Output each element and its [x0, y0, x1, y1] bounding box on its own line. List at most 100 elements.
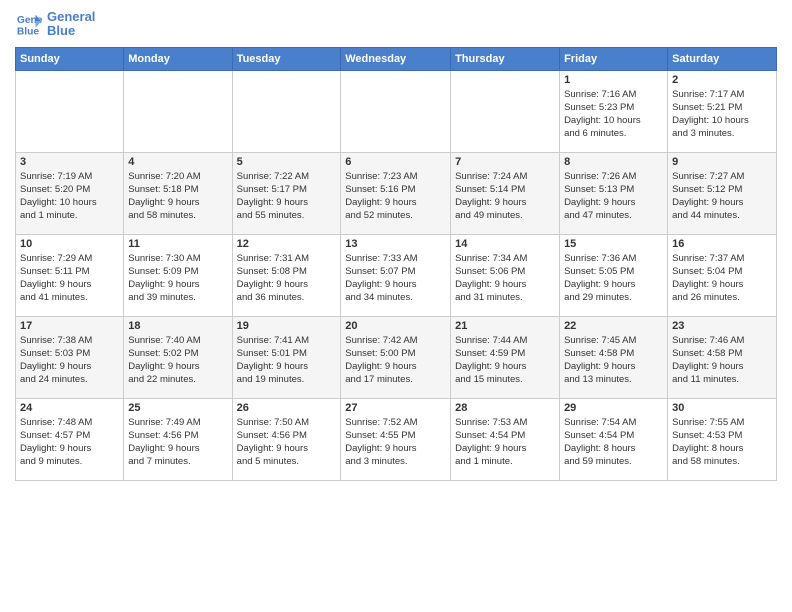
day-info: Sunrise: 7:23 AM Sunset: 5:16 PM Dayligh…: [345, 170, 446, 223]
calendar-cell: 30 Sunrise: 7:55 AM Sunset: 4:53 PM Dayli…: [668, 398, 777, 480]
header: General Blue General Blue: [15, 10, 777, 39]
calendar-cell: 28 Sunrise: 7:53 AM Sunset: 4:54 PM Dayli…: [451, 398, 560, 480]
day-number: 22: [564, 320, 663, 332]
calendar-cell: 8 Sunrise: 7:26 AM Sunset: 5:13 PM Daylig…: [560, 152, 668, 234]
calendar-cell: 9 Sunrise: 7:27 AM Sunset: 5:12 PM Daylig…: [668, 152, 777, 234]
day-number: 27: [345, 402, 446, 414]
day-info: Sunrise: 7:53 AM Sunset: 4:54 PM Dayligh…: [455, 416, 555, 469]
weekday-header: Monday: [124, 47, 232, 70]
day-number: 4: [128, 156, 227, 168]
calendar-cell: 26Sunrise: 7:50 AM Sunset: 4:56 PM Dayli…: [232, 398, 341, 480]
logo-icon: General Blue: [15, 10, 43, 38]
calendar-cell: 29 Sunrise: 7:54 AM Sunset: 4:54 PM Dayli…: [560, 398, 668, 480]
weekday-header: Thursday: [451, 47, 560, 70]
calendar-week-row: 1 Sunrise: 7:16 AM Sunset: 5:23 PM Daylig…: [16, 70, 777, 152]
calendar-header-row: SundayMondayTuesdayWednesdayThursdayFrid…: [16, 47, 777, 70]
calendar-cell: [232, 70, 341, 152]
page-container: General Blue General Blue SundayMondayTu…: [0, 0, 792, 491]
calendar-week-row: 24 Sunrise: 7:48 AM Sunset: 4:57 PM Dayli…: [16, 398, 777, 480]
day-number: 7: [455, 156, 555, 168]
calendar-cell: 24 Sunrise: 7:48 AM Sunset: 4:57 PM Dayli…: [16, 398, 124, 480]
day-number: 24: [20, 402, 119, 414]
calendar-cell: 5Sunrise: 7:22 AM Sunset: 5:17 PM Daylig…: [232, 152, 341, 234]
day-number: 25: [128, 402, 227, 414]
calendar-cell: 22 Sunrise: 7:45 AM Sunset: 4:58 PM Dayli…: [560, 316, 668, 398]
calendar-cell: 3 Sunrise: 7:19 AM Sunset: 5:20 PM Daylig…: [16, 152, 124, 234]
calendar-week-row: 3 Sunrise: 7:19 AM Sunset: 5:20 PM Daylig…: [16, 152, 777, 234]
calendar-cell: 15Sunrise: 7:36 AM Sunset: 5:05 PM Dayli…: [560, 234, 668, 316]
day-number: 19: [237, 320, 337, 332]
day-info: Sunrise: 7:40 AM Sunset: 5:02 PM Dayligh…: [128, 334, 227, 387]
day-info: Sunrise: 7:55 AM Sunset: 4:53 PM Dayligh…: [672, 416, 772, 469]
day-info: Sunrise: 7:16 AM Sunset: 5:23 PM Dayligh…: [564, 88, 663, 141]
day-info: Sunrise: 7:24 AM Sunset: 5:14 PM Dayligh…: [455, 170, 555, 223]
calendar-cell: 16 Sunrise: 7:37 AM Sunset: 5:04 PM Dayli…: [668, 234, 777, 316]
day-number: 30: [672, 402, 772, 414]
calendar-cell: 25 Sunrise: 7:49 AM Sunset: 4:56 PM Dayli…: [124, 398, 232, 480]
calendar-cell: [16, 70, 124, 152]
calendar-cell: 1 Sunrise: 7:16 AM Sunset: 5:23 PM Daylig…: [560, 70, 668, 152]
calendar-cell: 6Sunrise: 7:23 AM Sunset: 5:16 PM Daylig…: [341, 152, 451, 234]
day-number: 9: [672, 156, 772, 168]
day-number: 17: [20, 320, 119, 332]
weekday-header: Tuesday: [232, 47, 341, 70]
calendar-week-row: 17 Sunrise: 7:38 AM Sunset: 5:03 PM Dayli…: [16, 316, 777, 398]
day-info: Sunrise: 7:19 AM Sunset: 5:20 PM Dayligh…: [20, 170, 119, 223]
day-info: Sunrise: 7:54 AM Sunset: 4:54 PM Dayligh…: [564, 416, 663, 469]
day-info: Sunrise: 7:38 AM Sunset: 5:03 PM Dayligh…: [20, 334, 119, 387]
day-number: 2: [672, 74, 772, 86]
day-info: Sunrise: 7:30 AM Sunset: 5:09 PM Dayligh…: [128, 252, 227, 305]
day-info: Sunrise: 7:26 AM Sunset: 5:13 PM Dayligh…: [564, 170, 663, 223]
day-number: 8: [564, 156, 663, 168]
day-number: 23: [672, 320, 772, 332]
calendar-cell: 23Sunrise: 7:46 AM Sunset: 4:58 PM Dayli…: [668, 316, 777, 398]
calendar-table: SundayMondayTuesdayWednesdayThursdayFrid…: [15, 47, 777, 481]
day-number: 11: [128, 238, 227, 250]
weekday-header: Sunday: [16, 47, 124, 70]
day-info: Sunrise: 7:37 AM Sunset: 5:04 PM Dayligh…: [672, 252, 772, 305]
day-number: 12: [237, 238, 337, 250]
day-info: Sunrise: 7:41 AM Sunset: 5:01 PM Dayligh…: [237, 334, 337, 387]
calendar-cell: 27 Sunrise: 7:52 AM Sunset: 4:55 PM Dayli…: [341, 398, 451, 480]
day-number: 21: [455, 320, 555, 332]
day-info: Sunrise: 7:49 AM Sunset: 4:56 PM Dayligh…: [128, 416, 227, 469]
calendar-cell: 12 Sunrise: 7:31 AM Sunset: 5:08 PM Dayli…: [232, 234, 341, 316]
weekday-header: Saturday: [668, 47, 777, 70]
calendar-cell: [341, 70, 451, 152]
logo: General Blue General Blue: [15, 10, 95, 39]
day-number: 29: [564, 402, 663, 414]
day-info: Sunrise: 7:52 AM Sunset: 4:55 PM Dayligh…: [345, 416, 446, 469]
svg-text:Blue: Blue: [17, 27, 40, 38]
day-number: 26: [237, 402, 337, 414]
day-info: Sunrise: 7:34 AM Sunset: 5:06 PM Dayligh…: [455, 252, 555, 305]
calendar-cell: [451, 70, 560, 152]
weekday-header: Friday: [560, 47, 668, 70]
calendar-body: 1 Sunrise: 7:16 AM Sunset: 5:23 PM Daylig…: [16, 70, 777, 480]
day-number: 28: [455, 402, 555, 414]
day-number: 16: [672, 238, 772, 250]
day-info: Sunrise: 7:31 AM Sunset: 5:08 PM Dayligh…: [237, 252, 337, 305]
day-number: 10: [20, 238, 119, 250]
calendar-header: SundayMondayTuesdayWednesdayThursdayFrid…: [16, 47, 777, 70]
day-number: 14: [455, 238, 555, 250]
calendar-cell: 7 Sunrise: 7:24 AM Sunset: 5:14 PM Daylig…: [451, 152, 560, 234]
day-info: Sunrise: 7:45 AM Sunset: 4:58 PM Dayligh…: [564, 334, 663, 387]
calendar-week-row: 10Sunrise: 7:29 AM Sunset: 5:11 PM Dayli…: [16, 234, 777, 316]
day-info: Sunrise: 7:22 AM Sunset: 5:17 PM Dayligh…: [237, 170, 337, 223]
calendar-cell: 18 Sunrise: 7:40 AM Sunset: 5:02 PM Dayli…: [124, 316, 232, 398]
day-info: Sunrise: 7:20 AM Sunset: 5:18 PM Dayligh…: [128, 170, 227, 223]
logo-text: General Blue: [47, 10, 95, 39]
day-info: Sunrise: 7:27 AM Sunset: 5:12 PM Dayligh…: [672, 170, 772, 223]
day-info: Sunrise: 7:48 AM Sunset: 4:57 PM Dayligh…: [20, 416, 119, 469]
calendar-cell: 4 Sunrise: 7:20 AM Sunset: 5:18 PM Daylig…: [124, 152, 232, 234]
day-number: 15: [564, 238, 663, 250]
calendar-cell: 17 Sunrise: 7:38 AM Sunset: 5:03 PM Dayli…: [16, 316, 124, 398]
calendar-cell: 13Sunrise: 7:33 AM Sunset: 5:07 PM Dayli…: [341, 234, 451, 316]
day-number: 18: [128, 320, 227, 332]
calendar-cell: 10Sunrise: 7:29 AM Sunset: 5:11 PM Dayli…: [16, 234, 124, 316]
day-number: 3: [20, 156, 119, 168]
calendar-cell: 14 Sunrise: 7:34 AM Sunset: 5:06 PM Dayli…: [451, 234, 560, 316]
calendar-cell: 20Sunrise: 7:42 AM Sunset: 5:00 PM Dayli…: [341, 316, 451, 398]
calendar-cell: 2Sunrise: 7:17 AM Sunset: 5:21 PM Daylig…: [668, 70, 777, 152]
day-number: 1: [564, 74, 663, 86]
